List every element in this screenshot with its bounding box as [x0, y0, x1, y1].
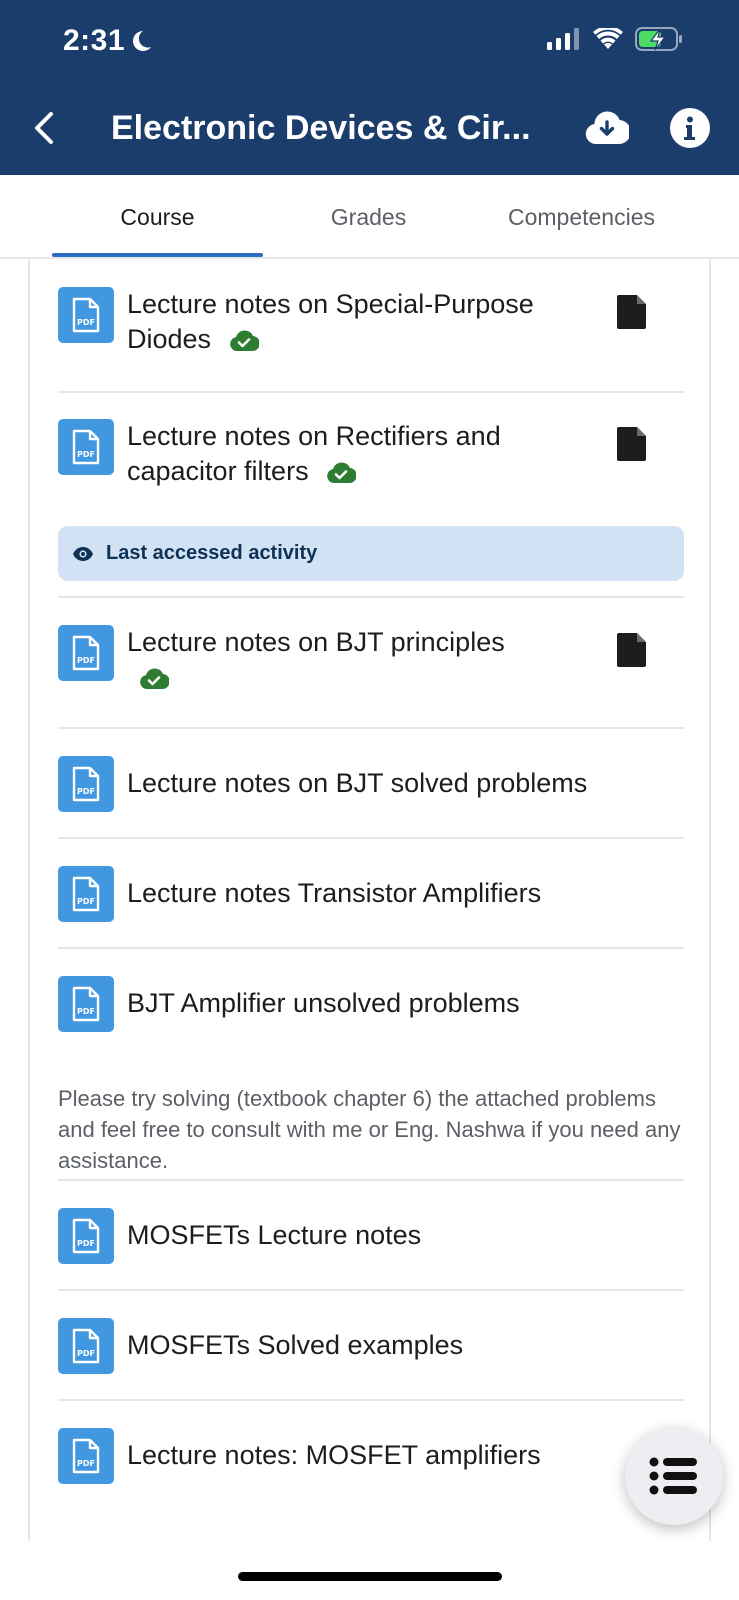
activity-bjt-solved-problems[interactable]: PDF Lecture notes on BJT solved problems	[58, 729, 684, 839]
active-tab-indicator	[52, 253, 263, 257]
pdf-icon: PDF	[58, 625, 114, 681]
tab-course[interactable]: Course	[52, 175, 263, 259]
svg-text:PDF: PDF	[77, 897, 95, 906]
status-time: 2:31	[63, 24, 153, 58]
pdf-icon: PDF	[58, 866, 114, 922]
cloud-check-icon	[229, 330, 259, 351]
tab-competencies[interactable]: Competencies	[474, 175, 689, 259]
cloud-check-icon	[327, 462, 357, 483]
moon-icon	[133, 31, 152, 51]
pdf-icon: PDF	[58, 1428, 114, 1484]
activity-special-purpose-diodes[interactable]: PDF Lecture notes on Special-Purpose Dio…	[58, 259, 684, 393]
activity-title: Lecture notes: MOSFET amplifiers	[127, 1440, 541, 1470]
svg-text:PDF: PDF	[77, 1459, 95, 1468]
list-icon	[649, 1457, 697, 1495]
course-info-button[interactable]	[666, 104, 714, 152]
file-icon[interactable]	[616, 293, 648, 331]
app-header: 2:31 Electronic Devices & Cir...	[0, 0, 739, 175]
wifi-icon	[593, 28, 623, 49]
status-icons	[547, 27, 683, 51]
back-button[interactable]	[24, 104, 64, 152]
activity-title: Lecture notes on Special-Purpose Diodes	[127, 289, 534, 354]
svg-text:PDF: PDF	[77, 787, 95, 796]
battery-charging-icon	[635, 27, 682, 51]
cloud-download-icon	[585, 111, 629, 145]
svg-text:PDF: PDF	[77, 656, 95, 665]
info-icon	[670, 108, 710, 148]
svg-text:PDF: PDF	[77, 450, 95, 459]
activity-title: Lecture notes on BJT solved problems	[127, 768, 588, 798]
signal-icon	[547, 28, 579, 50]
activity-title: BJT Amplifier unsolved problems	[127, 988, 520, 1018]
pdf-icon: PDF	[58, 756, 114, 812]
svg-text:PDF: PDF	[77, 1007, 95, 1016]
activity-description: Please try solving (textbook chapter 6) …	[58, 1086, 681, 1173]
activity-title: MOSFETs Solved examples	[127, 1330, 464, 1360]
download-course-button[interactable]	[583, 104, 631, 152]
course-tabs: Course Grades Competencies	[0, 175, 739, 259]
pdf-icon: PDF	[58, 1208, 114, 1264]
tab-grades[interactable]: Grades	[263, 175, 474, 259]
home-indicator	[238, 1572, 502, 1581]
last-accessed-label: Last accessed activity	[106, 542, 318, 564]
course-index-button[interactable]	[625, 1427, 723, 1525]
pdf-icon: PDF	[58, 287, 114, 343]
pdf-icon: PDF	[58, 419, 114, 475]
file-icon[interactable]	[616, 631, 648, 669]
svg-text:PDF: PDF	[77, 1349, 95, 1358]
activity-transistor-amplifiers[interactable]: PDF Lecture notes Transistor Amplifiers	[58, 839, 684, 949]
course-content: PDF Lecture notes on Special-Purpose Dio…	[28, 259, 711, 1541]
last-accessed-banner: Last accessed activity	[58, 526, 684, 581]
activity-title: Lecture notes Transistor Amplifiers	[127, 878, 542, 908]
eye-icon	[73, 546, 93, 561]
activity-title: Lecture notes on Rectifiers and capacito…	[127, 421, 501, 486]
activity-title: Lecture notes on BJT principles	[127, 625, 505, 695]
activity-mosfets-lecture-notes[interactable]: PDF MOSFETs Lecture notes	[58, 1181, 684, 1291]
page-title: Electronic Devices & Cir...	[111, 109, 531, 147]
pdf-icon: PDF	[58, 976, 114, 1032]
chevron-left-icon	[35, 112, 53, 144]
file-icon[interactable]	[616, 425, 648, 463]
cloud-check-icon	[140, 668, 169, 689]
svg-text:PDF: PDF	[77, 318, 95, 327]
status-time-text: 2:31	[63, 24, 126, 57]
activity-title: MOSFETs Lecture notes	[127, 1220, 422, 1250]
svg-text:PDF: PDF	[77, 1239, 95, 1248]
pdf-icon: PDF	[58, 1318, 114, 1374]
activity-mosfet-amplifiers[interactable]: PDF Lecture notes: MOSFET amplifiers	[58, 1401, 684, 1541]
activity-mosfets-solved-examples[interactable]: PDF MOSFETs Solved examples	[58, 1291, 684, 1401]
activity-bjt-principles[interactable]: PDF Lecture notes on BJT principles	[58, 598, 684, 729]
